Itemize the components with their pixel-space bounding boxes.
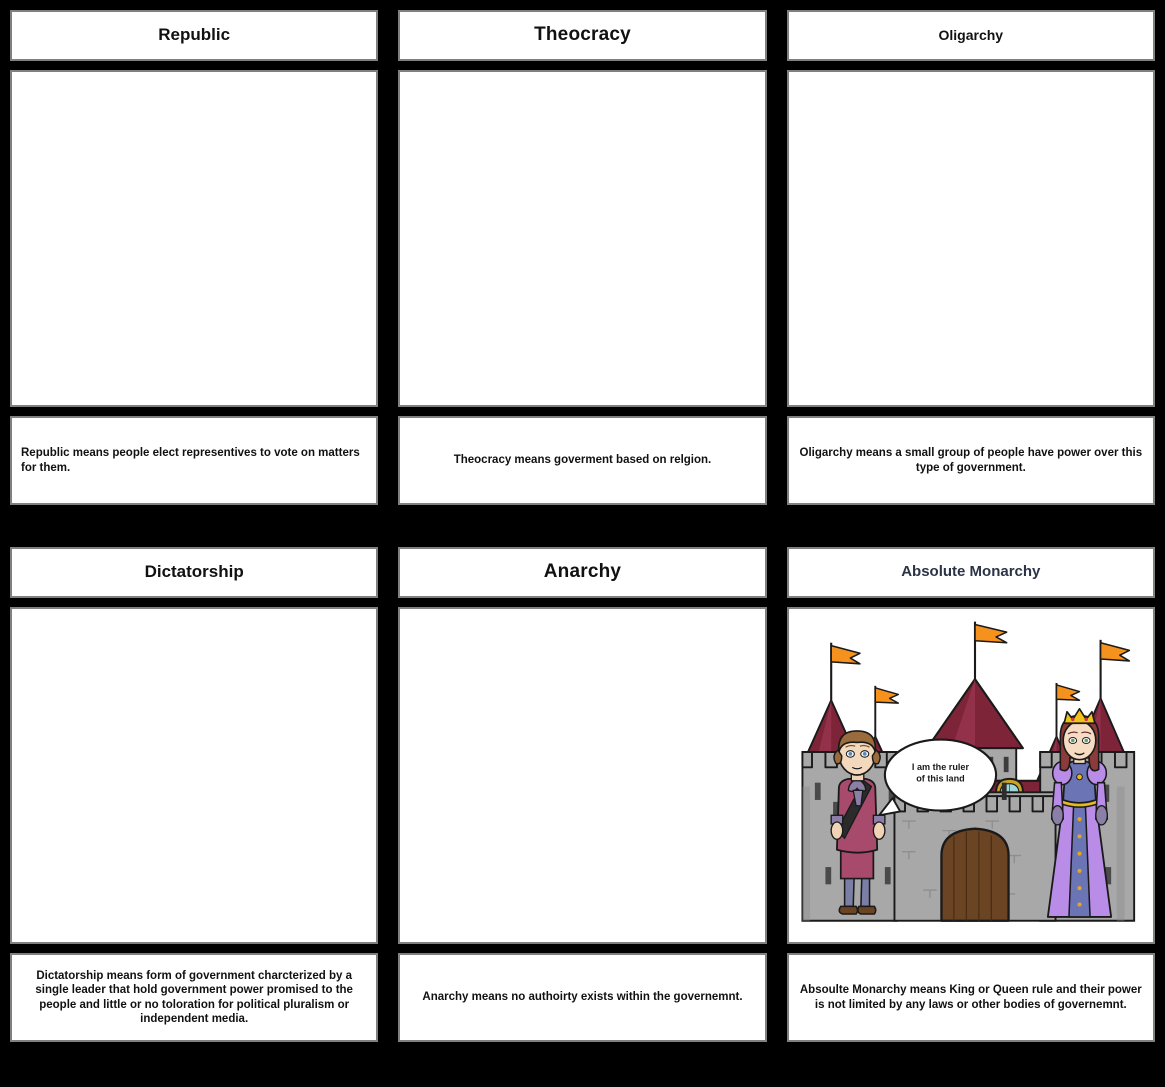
cell-art-dictatorship[interactable] <box>10 607 379 944</box>
flag-icon-far-left <box>829 642 861 701</box>
cell-description-box-republic[interactable]: Republic means people elect representive… <box>10 416 379 505</box>
cell-title-box-theocracy[interactable]: Theocracy <box>398 10 767 61</box>
flag-icon-far-right <box>1099 639 1130 699</box>
cell-art-theocracy[interactable] <box>398 70 767 407</box>
cell-title-box-republic[interactable]: Republic <box>10 10 379 61</box>
cell-description-absolute-monarchy: Absoulte Monarchy means King or Queen ru… <box>799 984 1142 1011</box>
storyboard-row-1: Republic Republic means people elect rep… <box>0 0 1165 505</box>
cell-description-oligarchy: Oligarchy means a small group of people … <box>799 447 1143 474</box>
storyboard-cell-anarchy[interactable]: Anarchy Anarchy means no authoirty exist… <box>388 537 776 1042</box>
crown-icon <box>1063 708 1096 725</box>
flag-icon-center <box>973 621 1008 680</box>
cell-description-dictatorship: Dictatorship means form of government ch… <box>35 970 353 1025</box>
cell-description-box-oligarchy[interactable]: Oligarchy means a small group of people … <box>786 416 1155 505</box>
cell-description-box-absolute-monarchy[interactable]: Absoulte Monarchy means King or Queen ru… <box>786 953 1155 1042</box>
storyboard-cell-dictatorship[interactable]: Dictatorship Dictatorship means form of … <box>0 537 388 1042</box>
cell-title-oligarchy: Oligarchy <box>938 26 1004 43</box>
flag-icon-inner-left <box>873 685 899 737</box>
cell-description-anarchy: Anarchy means no authoirty exists within… <box>422 991 743 1004</box>
cell-art-republic[interactable] <box>10 70 379 407</box>
storyboard-row-2: Dictatorship Dictatorship means form of … <box>0 537 1165 1042</box>
cell-title-box-absolute-monarchy[interactable]: Absolute Monarchy <box>786 547 1155 598</box>
storyboard-cell-republic[interactable]: Republic Republic means people elect rep… <box>0 0 388 505</box>
cell-art-oligarchy[interactable] <box>786 70 1155 407</box>
castle-gate-door <box>939 827 1010 922</box>
cell-description-box-dictatorship[interactable]: Dictatorship means form of government ch… <box>10 953 379 1042</box>
cell-title-absolute-monarchy: Absolute Monarchy <box>901 563 1041 581</box>
cell-description-box-anarchy[interactable]: Anarchy means no authoirty exists within… <box>398 953 767 1042</box>
speech-bubble-line-1: I am the ruler <box>912 762 970 772</box>
speech-bubble-line-2: of this land <box>916 774 965 784</box>
castle-scene-illustration: I am the ruler of this land <box>801 621 1135 922</box>
storyboard-cell-absolute-monarchy[interactable]: Absolute Monarchy I am the ruler of this… <box>777 537 1165 1042</box>
cell-description-theocracy: Theocracy means goverment based on relgi… <box>453 454 712 467</box>
cell-title-anarchy: Anarchy <box>543 561 622 583</box>
cell-art-anarchy[interactable] <box>398 607 767 944</box>
cell-title-box-dictatorship[interactable]: Dictatorship <box>10 547 379 598</box>
cell-art-absolute-monarchy[interactable]: I am the ruler of this land <box>786 607 1155 944</box>
cell-description-box-theocracy[interactable]: Theocracy means goverment based on relgi… <box>398 416 767 505</box>
storyboard-cell-oligarchy[interactable]: Oligarchy Oligarchy means a small group … <box>777 0 1165 505</box>
cell-title-box-anarchy[interactable]: Anarchy <box>398 547 767 598</box>
storyboard-cell-theocracy[interactable]: Theocracy Theocracy means goverment base… <box>388 0 776 505</box>
cell-description-republic: Republic means people elect representive… <box>21 447 360 474</box>
cell-title-box-oligarchy[interactable]: Oligarchy <box>786 10 1155 61</box>
cell-title-theocracy: Theocracy <box>534 24 631 46</box>
cell-title-republic: Republic <box>158 25 231 45</box>
cell-title-dictatorship: Dictatorship <box>144 562 244 582</box>
storyboard-canvas: Republic Republic means people elect rep… <box>0 0 1165 1087</box>
